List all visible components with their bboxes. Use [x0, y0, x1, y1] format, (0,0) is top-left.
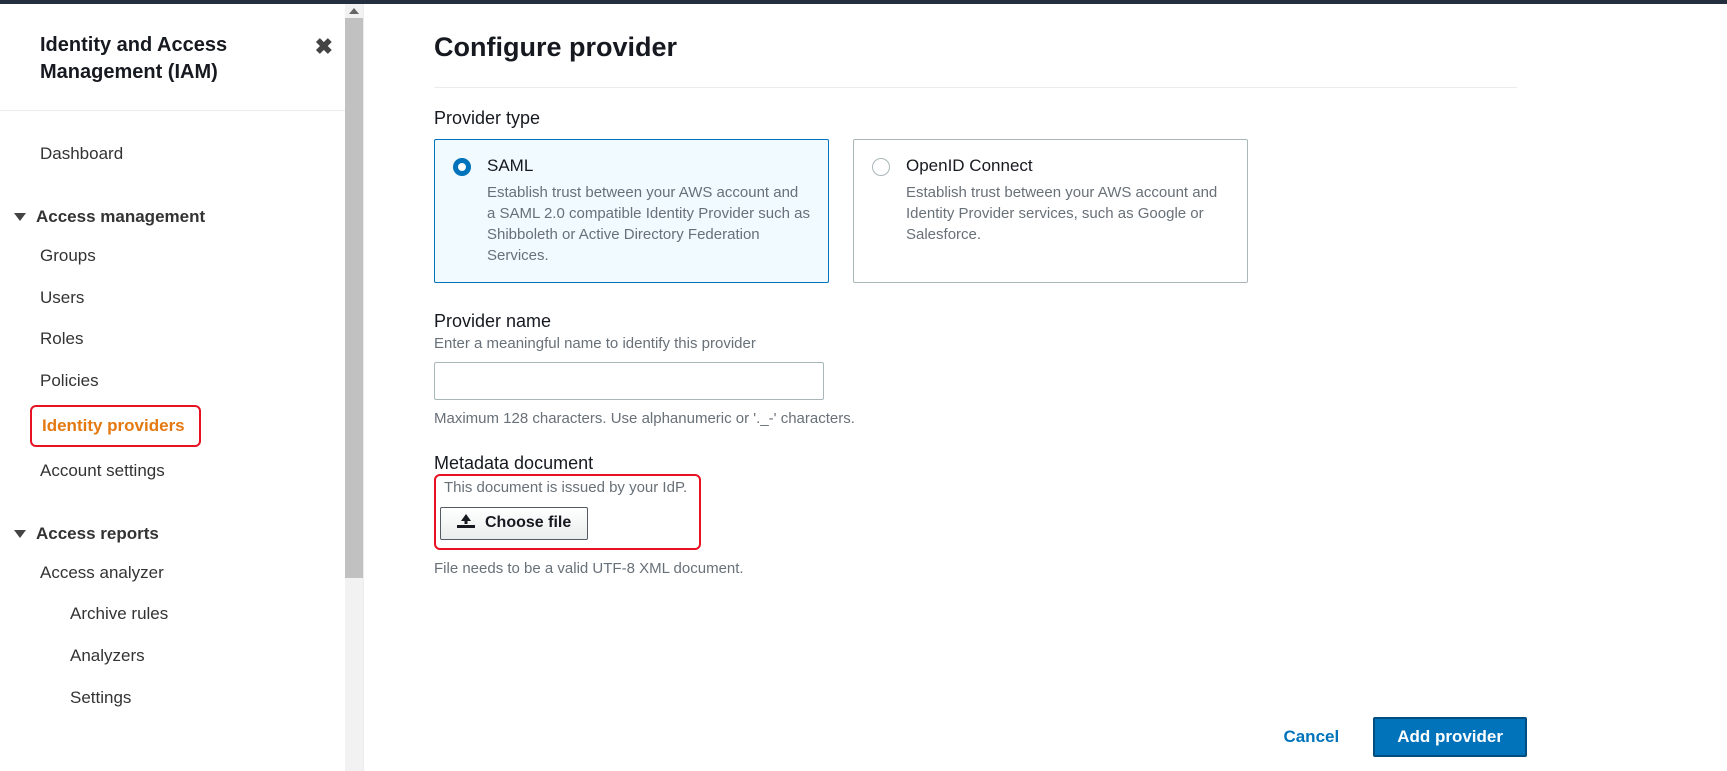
option-title: SAML	[487, 156, 810, 176]
metadata-label: Metadata document	[434, 453, 1134, 474]
sidebar-scrollbar-thumb[interactable]	[345, 18, 363, 578]
option-desc: Establish trust between your AWS account…	[487, 182, 810, 266]
sidebar-group-label: Access management	[36, 207, 205, 227]
sidebar-group-access-reports[interactable]: Access reports	[0, 514, 363, 552]
radio-unselected-icon	[872, 158, 890, 176]
sidebar-item-analyzers[interactable]: Analyzers	[0, 635, 363, 677]
provider-type-options: SAML Establish trust between your AWS ac…	[434, 139, 1517, 283]
sidebar-header: Identity and Access Management (IAM) ✖	[0, 4, 363, 110]
provider-name-label: Provider name	[434, 311, 1134, 332]
sidebar-item-settings[interactable]: Settings	[0, 677, 363, 719]
option-title: OpenID Connect	[906, 156, 1229, 176]
radio-selected-icon	[453, 158, 471, 176]
sidebar-item-groups[interactable]: Groups	[0, 235, 363, 277]
layout: Identity and Access Management (IAM) ✖ D…	[0, 4, 1727, 771]
sidebar-item-dashboard[interactable]: Dashboard	[0, 133, 363, 175]
page-title: Configure provider	[434, 32, 1517, 63]
close-icon[interactable]: ✖	[315, 34, 333, 60]
sidebar-item-policies[interactable]: Policies	[0, 360, 363, 402]
cancel-button[interactable]: Cancel	[1277, 726, 1345, 748]
sidebar-item-users[interactable]: Users	[0, 277, 363, 319]
sidebar-item-access-analyzer[interactable]: Access analyzer	[0, 552, 363, 594]
footer-actions: Cancel Add provider	[1277, 717, 1527, 757]
sidebar-item-account-settings[interactable]: Account settings	[0, 450, 363, 492]
option-desc: Establish trust between your AWS account…	[906, 182, 1229, 245]
metadata-hint: This document is issued by your IdP.	[440, 478, 687, 498]
provider-name-hint: Enter a meaningful name to identify this…	[434, 334, 1134, 354]
sidebar-inner: Identity and Access Management (IAM) ✖ D…	[0, 4, 363, 771]
sidebar-item-identity-providers[interactable]: Identity providers	[30, 405, 201, 447]
chevron-down-icon	[14, 530, 26, 538]
sidebar-item-archive-rules[interactable]: Archive rules	[0, 593, 363, 635]
provider-type-openid-connect[interactable]: OpenID Connect Establish trust between y…	[853, 139, 1248, 283]
sidebar-scrollbar-up-icon[interactable]	[345, 4, 363, 18]
metadata-document-field: Metadata document This document is issue…	[434, 453, 1134, 576]
sidebar: Identity and Access Management (IAM) ✖ D…	[0, 4, 364, 771]
sidebar-item-roles[interactable]: Roles	[0, 318, 363, 360]
metadata-highlight: This document is issued by your IdP. Cho…	[434, 474, 701, 549]
sidebar-group-label: Access reports	[36, 524, 159, 544]
title-separator	[434, 87, 1517, 88]
choose-file-label: Choose file	[485, 514, 571, 532]
chevron-down-icon	[14, 213, 26, 221]
add-provider-button[interactable]: Add provider	[1373, 717, 1527, 757]
metadata-constraint: File needs to be a valid UTF-8 XML docum…	[434, 560, 1134, 577]
provider-type-label: Provider type	[434, 108, 1517, 129]
sidebar-title: Identity and Access Management (IAM)	[40, 32, 315, 86]
provider-type-saml[interactable]: SAML Establish trust between your AWS ac…	[434, 139, 829, 283]
provider-name-constraint: Maximum 128 characters. Use alphanumeric…	[434, 410, 1134, 427]
main-content: Configure provider Provider type SAML Es…	[364, 4, 1727, 771]
sidebar-group-access-management[interactable]: Access management	[0, 197, 363, 235]
provider-name-field: Provider name Enter a meaningful name to…	[434, 311, 1134, 427]
provider-name-input[interactable]	[434, 362, 824, 400]
upload-icon	[457, 514, 475, 533]
choose-file-button[interactable]: Choose file	[440, 507, 588, 540]
